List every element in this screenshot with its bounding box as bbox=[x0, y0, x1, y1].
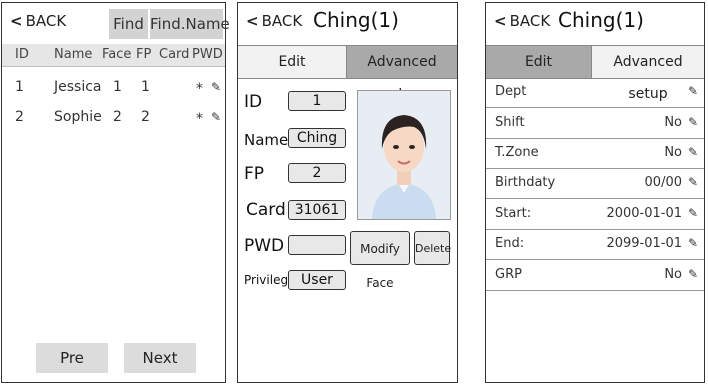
table-row[interactable]: 1 Jessica 1 1 * ✎ bbox=[2, 79, 225, 109]
col-id: ID bbox=[15, 47, 29, 62]
back-button[interactable]: < BACK bbox=[10, 12, 66, 30]
tab-advanced-setup[interactable]: Advanced setup bbox=[346, 46, 457, 102]
setting-label: End: bbox=[495, 236, 525, 251]
tab-advanced-setup[interactable]: Advanced setup bbox=[592, 46, 704, 102]
delete-button[interactable]: Delete bbox=[414, 231, 451, 265]
pencil-icon[interactable]: ✎ bbox=[688, 236, 698, 250]
advanced-header: < BACK Ching(1) bbox=[486, 3, 704, 43]
setting-row-start[interactable]: Start: 2000-01-01 ✎ bbox=[486, 199, 704, 230]
setting-value: No bbox=[664, 267, 682, 282]
col-name: Name bbox=[54, 47, 93, 62]
fp-field[interactable]: 2 bbox=[288, 163, 346, 183]
fp-label: FP bbox=[244, 164, 265, 184]
setting-value: 00/00 bbox=[644, 175, 682, 190]
setting-row-timezone[interactable]: T.Zone No ✎ bbox=[486, 138, 704, 169]
page-title: Ching(1) bbox=[558, 8, 644, 32]
row-id: 2 bbox=[15, 109, 24, 125]
row-fp: 1 bbox=[141, 79, 150, 95]
user-portrait-image bbox=[358, 91, 450, 219]
pwd-label: PWD bbox=[244, 236, 285, 256]
privilege-select[interactable]: User bbox=[288, 270, 346, 290]
pwd-field[interactable] bbox=[288, 235, 346, 255]
edit-header: < BACK Ching(1) bbox=[238, 3, 457, 43]
pencil-icon[interactable]: ✎ bbox=[688, 175, 698, 189]
pencil-icon[interactable]: ✎ bbox=[211, 80, 221, 94]
prev-page-button[interactable]: Pre bbox=[36, 343, 108, 373]
id-field[interactable]: 1 bbox=[288, 91, 346, 111]
name-label: Name bbox=[244, 131, 289, 149]
find-name-button[interactable]: Find.Name bbox=[150, 9, 230, 39]
back-button[interactable]: < BACK bbox=[494, 12, 550, 30]
pencil-icon[interactable]: ✎ bbox=[211, 110, 221, 124]
setting-label: Birthdaty bbox=[495, 175, 556, 190]
tab-bar: Edit Advanced setup bbox=[486, 45, 704, 102]
card-label: Card bbox=[246, 200, 286, 220]
name-field[interactable]: Ching bbox=[288, 128, 346, 148]
pencil-icon[interactable]: ✎ bbox=[688, 267, 698, 281]
col-face: Face bbox=[102, 47, 132, 62]
col-card: Card bbox=[159, 47, 190, 62]
find-button[interactable]: Find bbox=[109, 9, 148, 39]
next-page-button[interactable]: Next bbox=[124, 343, 196, 373]
back-label: BACK bbox=[25, 12, 67, 30]
row-pwd: * bbox=[196, 111, 203, 127]
table-header: ID Name Face FP Card PWD bbox=[2, 44, 225, 67]
setting-label: Dept bbox=[495, 84, 527, 99]
row-face: 1 bbox=[113, 79, 122, 95]
col-pwd: PWD bbox=[192, 47, 223, 62]
row-pwd: * bbox=[196, 81, 203, 97]
setting-row-end[interactable]: End: 2099-01-01 ✎ bbox=[486, 229, 704, 260]
back-button[interactable]: < BACK bbox=[246, 12, 302, 30]
modify-face-button[interactable]: Modify Face bbox=[350, 231, 410, 290]
row-name: Sophie bbox=[54, 109, 102, 125]
pencil-icon[interactable]: ✎ bbox=[688, 145, 698, 159]
setting-row-grp[interactable]: GRP No ✎ bbox=[486, 260, 704, 291]
tab-edit[interactable]: Edit bbox=[486, 46, 592, 78]
card-field[interactable]: 31061 bbox=[288, 200, 346, 220]
setting-row-dept[interactable]: Dept ✎ bbox=[486, 77, 704, 108]
user-list-panel: < BACK Find Find.Name ID Name Face FP Car… bbox=[1, 2, 230, 383]
page-title: Ching(1) bbox=[313, 8, 399, 32]
user-photo bbox=[357, 90, 451, 220]
row-face: 2 bbox=[113, 109, 122, 125]
setting-value: 2099-01-01 bbox=[606, 236, 682, 251]
tab-bar: Edit Advanced setup bbox=[238, 45, 457, 102]
setting-label: GRP bbox=[495, 267, 522, 282]
setting-label: Shift bbox=[495, 115, 525, 130]
row-id: 1 bbox=[15, 79, 24, 95]
row-fp: 2 bbox=[141, 109, 150, 125]
id-label: ID bbox=[244, 92, 263, 112]
setting-value: 2000-01-01 bbox=[606, 206, 682, 221]
setting-label: Start: bbox=[495, 206, 532, 221]
setting-value: No bbox=[664, 145, 682, 160]
setting-label: T.Zone bbox=[495, 145, 539, 160]
chevron-left-icon: < bbox=[494, 12, 507, 30]
chevron-left-icon: < bbox=[246, 12, 259, 30]
col-fp: FP bbox=[136, 47, 152, 62]
back-label: BACK bbox=[509, 12, 551, 30]
tab-edit[interactable]: Edit bbox=[238, 46, 346, 78]
pencil-icon[interactable]: ✎ bbox=[688, 206, 698, 220]
back-label: BACK bbox=[261, 12, 303, 30]
advanced-setup-panel: < BACK Ching(1) Edit Advanced setup Dept … bbox=[485, 2, 705, 383]
chevron-left-icon: < bbox=[10, 12, 23, 30]
pencil-icon[interactable]: ✎ bbox=[688, 115, 698, 129]
table-row[interactable]: 2 Sophie 2 2 * ✎ bbox=[2, 109, 225, 139]
row-name: Jessica bbox=[54, 79, 102, 95]
setting-row-birthday[interactable]: Birthdaty 00/00 ✎ bbox=[486, 168, 704, 199]
edit-user-panel: <BACK Ching(1) Edit Advanced setup ID 1 … bbox=[237, 2, 458, 383]
user-list-header: < BACK Find Find.Name bbox=[2, 3, 230, 43]
setting-value: No bbox=[664, 115, 682, 130]
setting-row-shift[interactable]: Shift No ✎ bbox=[486, 108, 704, 139]
pencil-icon[interactable]: ✎ bbox=[688, 84, 698, 98]
